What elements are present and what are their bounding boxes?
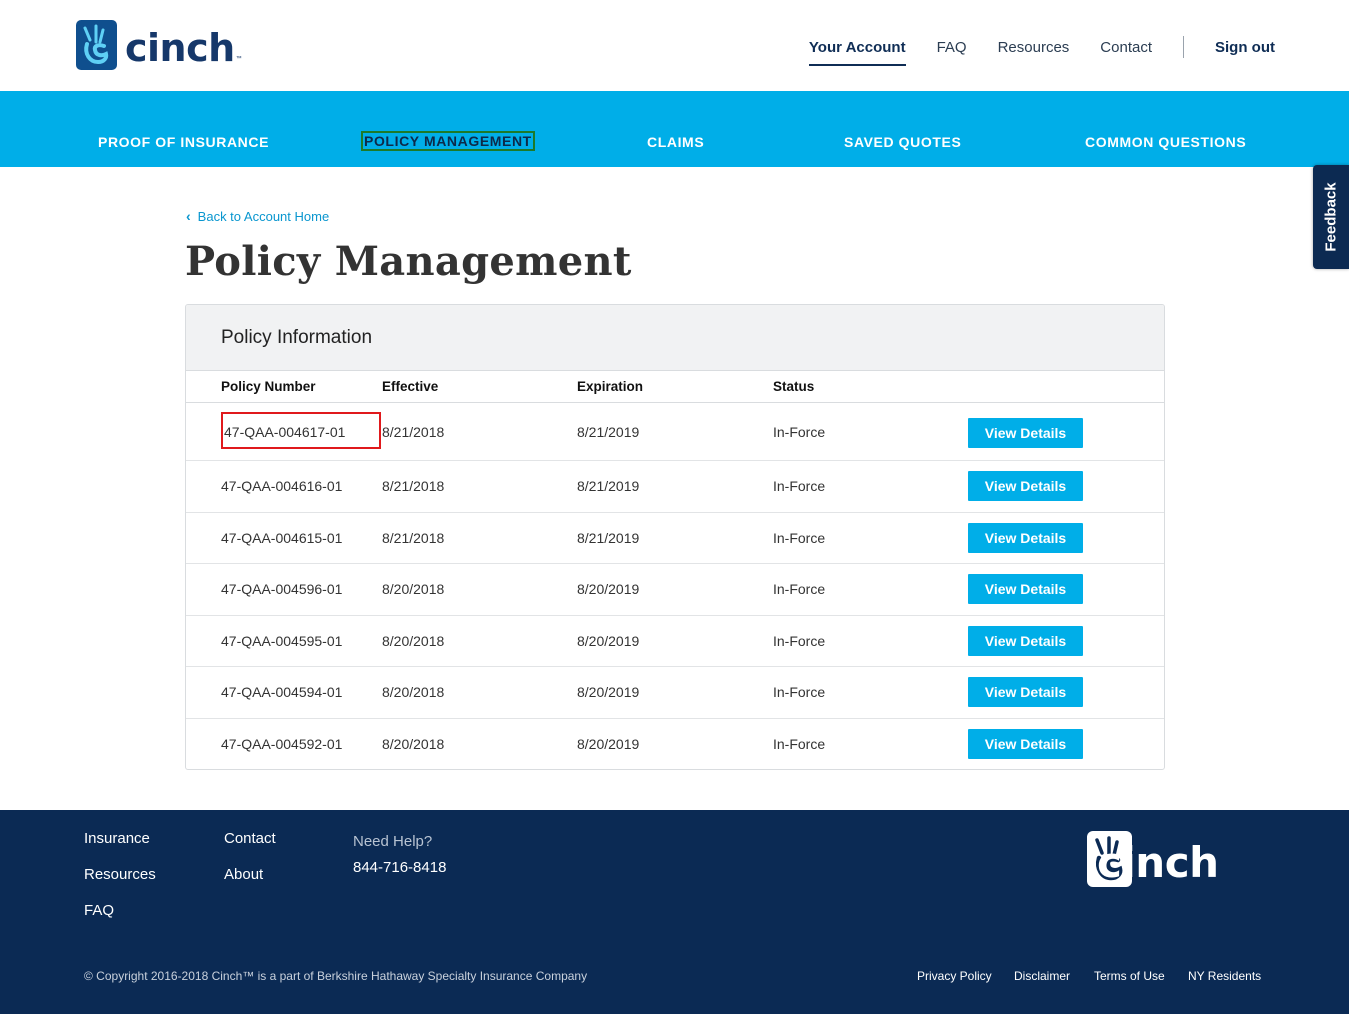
table-row: 47-QAA-004594-01 8/20/2018 8/20/2019 In-… xyxy=(186,667,1164,719)
expiration-date-cell: 8/20/2019 xyxy=(577,632,640,649)
terms-of-use-link[interactable]: Terms of Use xyxy=(1094,969,1165,983)
back-to-account-link[interactable]: ‹ Back to Account Home xyxy=(186,208,329,224)
nav-divider xyxy=(1183,36,1184,58)
site-footer: Insurance Resources FAQ Contact About Ne… xyxy=(0,810,1349,1014)
account-subnav: PROOF OF INSURANCE POLICY MANAGEMENT CLA… xyxy=(0,91,1349,167)
cinch-logo-icon xyxy=(76,20,117,70)
footer-link-resources[interactable]: Resources xyxy=(84,866,156,883)
table-header: Policy Number Effective Expiration Statu… xyxy=(186,371,1164,403)
effective-date-cell: 8/20/2018 xyxy=(382,581,445,597)
view-details-button[interactable]: View Details xyxy=(968,471,1083,501)
table-row: 47-QAA-004595-01 8/20/2018 8/20/2019 In-… xyxy=(186,616,1164,667)
privacy-policy-link[interactable]: Privacy Policy xyxy=(917,969,992,983)
status-cell: In-Force xyxy=(773,581,826,597)
ny-residents-link[interactable]: NY Residents xyxy=(1188,969,1261,983)
policy-number-cell: 47-QAA-004594-01 xyxy=(221,684,343,700)
table-row: 47-QAA-004592-01 8/20/2018 8/20/2019 In-… xyxy=(186,719,1164,770)
effective-date-cell: 8/20/2018 xyxy=(382,735,445,752)
status-cell: In-Force xyxy=(773,529,826,546)
footer-link-contact[interactable]: Contact xyxy=(224,830,276,847)
chevron-left-icon: ‹ xyxy=(186,208,191,224)
effective-date-cell: 8/21/2018 xyxy=(382,529,445,546)
footer-trademark-mark: ™ xyxy=(1087,871,1093,877)
footer-link-insurance[interactable]: Insurance xyxy=(84,830,150,847)
view-details-button[interactable]: View Details xyxy=(968,677,1083,707)
nav-contact[interactable]: Contact xyxy=(1100,39,1152,56)
column-header-status: Status xyxy=(773,379,815,394)
footer-brand-name: cinch xyxy=(1097,838,1219,887)
policy-number-cell: 47-QAA-004595-01 xyxy=(221,632,343,649)
policy-information-panel: Policy Information Policy Number Effecti… xyxy=(185,304,1165,770)
page-title: Policy Management xyxy=(185,238,632,285)
view-details-button[interactable]: View Details xyxy=(968,728,1083,759)
column-header-expiration: Expiration xyxy=(577,379,644,394)
policy-number-cell: 47-QAA-004596-01 xyxy=(221,581,343,597)
table-row: 47-QAA-004596-01 8/20/2018 8/20/2019 In-… xyxy=(186,564,1164,616)
expiration-date-cell: 8/20/2019 xyxy=(577,684,640,700)
brand-name: cinch xyxy=(125,26,235,70)
panel-header: Policy Information xyxy=(186,305,1164,371)
column-header-policy-number: Policy Number xyxy=(221,379,316,394)
expiration-date-cell: 8/21/2019 xyxy=(577,478,640,494)
feedback-tab[interactable]: Feedback xyxy=(1313,165,1349,269)
nav-resources[interactable]: Resources xyxy=(998,39,1070,56)
table-row: 47-QAA-004616-01 8/21/2018 8/21/2019 In-… xyxy=(186,461,1164,513)
sign-out-link[interactable]: Sign out xyxy=(1215,39,1275,56)
status-cell: In-Force xyxy=(773,735,826,752)
need-help-label: Need Help? xyxy=(353,833,433,850)
effective-date-cell: 8/21/2018 xyxy=(382,424,445,440)
cinch-logo[interactable]: cinch ™ xyxy=(76,20,242,70)
top-navigation: Your Account FAQ Resources Contact Sign … xyxy=(778,36,1275,66)
disclaimer-link[interactable]: Disclaimer xyxy=(1014,969,1070,983)
panel-title: Policy Information xyxy=(221,327,373,348)
back-link-label: Back to Account Home xyxy=(197,208,330,224)
expiration-date-cell: 8/21/2019 xyxy=(577,424,640,440)
expiration-date-cell: 8/21/2019 xyxy=(577,529,640,546)
subnav-proof-of-insurance[interactable]: PROOF OF INSURANCE xyxy=(98,134,269,150)
view-details-button[interactable]: View Details xyxy=(968,574,1083,604)
subnav-policy-management[interactable]: POLICY MANAGEMENT xyxy=(361,131,535,151)
policy-number-cell: 47-QAA-004616-01 xyxy=(221,478,343,494)
site-header: cinch ™ Your Account FAQ Resources Conta… xyxy=(0,0,1349,91)
effective-date-cell: 8/21/2018 xyxy=(382,478,445,494)
view-details-button[interactable]: View Details xyxy=(968,418,1083,448)
subnav-claims[interactable]: CLAIMS xyxy=(647,134,704,150)
policy-number-cell: 47-QAA-004617-01 xyxy=(224,424,346,440)
expiration-date-cell: 8/20/2019 xyxy=(577,735,640,752)
nav-faq[interactable]: FAQ xyxy=(937,39,967,56)
expiration-date-cell: 8/20/2019 xyxy=(577,581,640,597)
subnav-saved-quotes[interactable]: SAVED QUOTES xyxy=(844,134,961,150)
feedback-label: Feedback xyxy=(1322,182,1340,252)
footer-link-faq[interactable]: FAQ xyxy=(84,902,114,919)
view-details-button[interactable]: View Details xyxy=(968,522,1083,553)
footer-cinch-logo[interactable]: cinch ™ xyxy=(1087,831,1219,887)
trademark-mark: ™ xyxy=(235,56,242,62)
table-row: 47-QAA-004617-01 8/21/2018 8/21/2019 In-… xyxy=(186,403,1164,461)
policy-number-cell: 47-QAA-004592-01 xyxy=(221,735,343,752)
status-cell: In-Force xyxy=(773,632,826,649)
column-header-effective: Effective xyxy=(382,379,439,394)
subnav-common-questions[interactable]: COMMON QUESTIONS xyxy=(1085,134,1246,150)
effective-date-cell: 8/20/2018 xyxy=(382,684,445,700)
effective-date-cell: 8/20/2018 xyxy=(382,632,445,649)
footer-link-about[interactable]: About xyxy=(224,866,263,883)
policy-number-cell: 47-QAA-004615-01 xyxy=(221,529,343,546)
status-cell: In-Force xyxy=(773,684,826,700)
copyright-text: © Copyright 2016-2018 Cinch™ is a part o… xyxy=(84,969,588,983)
nav-your-account[interactable]: Your Account xyxy=(808,39,906,66)
status-cell: In-Force xyxy=(773,424,826,440)
status-cell: In-Force xyxy=(773,478,826,494)
view-details-button[interactable]: View Details xyxy=(968,625,1083,656)
table-row: 47-QAA-004615-01 8/21/2018 8/21/2019 In-… xyxy=(186,513,1164,564)
support-phone-link[interactable]: 844-716-8418 xyxy=(353,859,446,876)
